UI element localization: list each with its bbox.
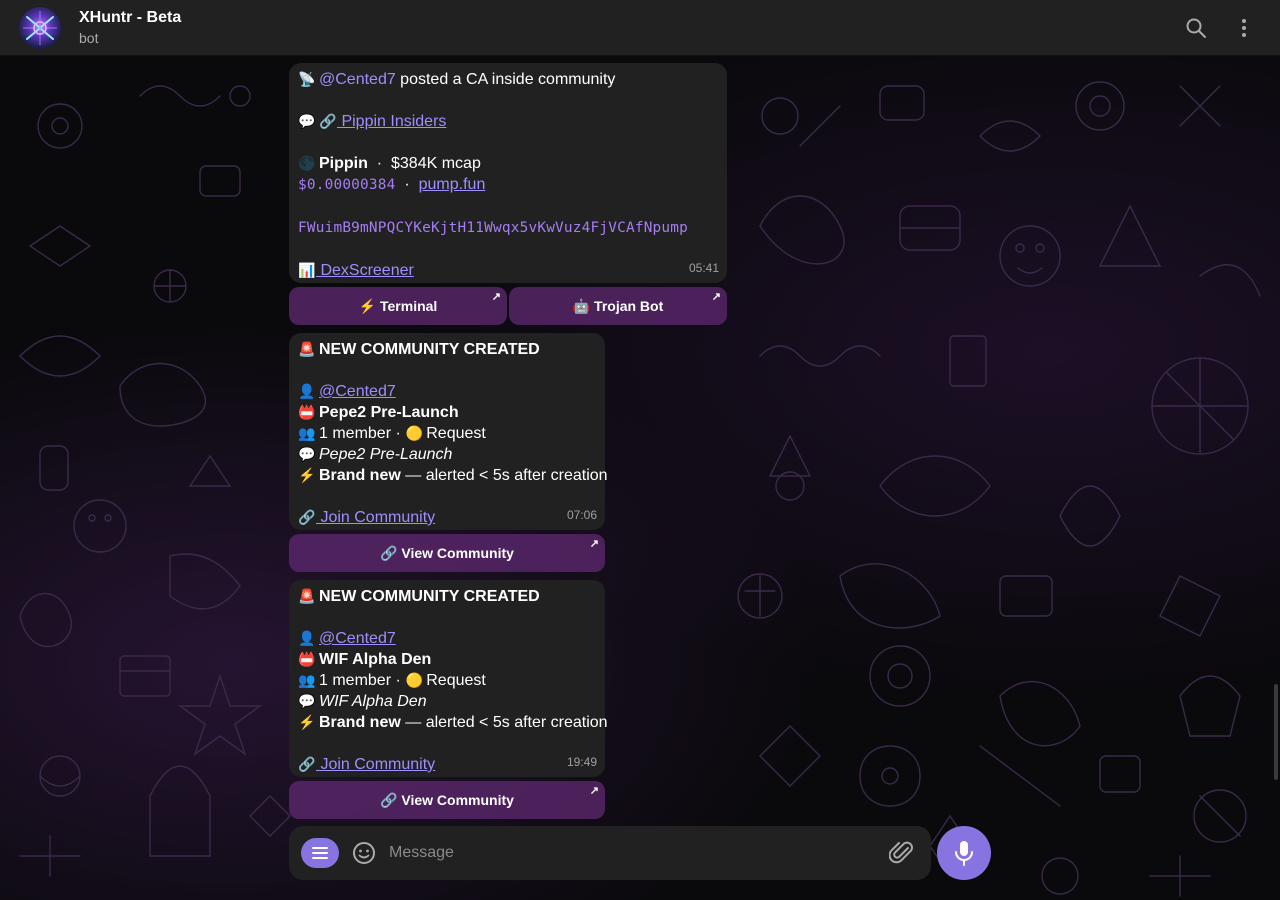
message-input[interactable] <box>389 840 869 866</box>
alert-timing-text: — alerted < 5s after creation <box>400 467 608 484</box>
people-icon: 👥 <box>298 425 316 441</box>
external-link-icon: ↗ <box>491 291 501 303</box>
terminal-button[interactable]: ⚡ Terminal ↗ <box>289 287 507 325</box>
name-badge-icon: 📛 <box>298 404 316 420</box>
person-icon: 👤 <box>298 630 316 646</box>
view-community-button[interactable]: 🔗 View Community ↗ <box>289 781 605 819</box>
community-description: Pepe2 Pre-Launch <box>319 446 453 463</box>
external-link-icon: ↗ <box>589 538 599 550</box>
separator-dot: · <box>367 155 391 172</box>
people-icon: 👥 <box>298 672 316 688</box>
token-icon: 🌑 <box>298 155 316 171</box>
brand-new-label: Brand new <box>319 714 401 731</box>
view-community-button-label: 🔗 View Community <box>380 791 514 808</box>
contract-address[interactable]: FWuimB9mNPQCYKeKjtH11Wwqx5vKwVuz4FjVCAfN… <box>298 220 688 236</box>
user-mention[interactable]: @Cented7 <box>319 71 396 88</box>
chart-icon: 📊 <box>298 262 316 278</box>
trojan-bot-button-label: 🤖 Trojan Bot <box>572 297 664 314</box>
view-community-button-label: 🔗 View Community <box>380 544 514 561</box>
join-type: Request <box>426 672 486 689</box>
lightning-icon: ⚡ <box>298 467 316 483</box>
user-mention[interactable]: @Cented7 <box>319 383 396 400</box>
link-icon: 🔗 <box>319 113 337 129</box>
chat-subtitle: bot <box>79 30 99 46</box>
menu-icon <box>312 847 328 859</box>
join-community-link[interactable]: Join Community <box>316 509 435 526</box>
more-options-button[interactable] <box>1228 12 1260 44</box>
terminal-button-label: ⚡ Terminal <box>358 297 438 314</box>
community-name: WIF Alpha Den <box>319 651 432 668</box>
platform-link[interactable]: pump.fun <box>419 176 486 193</box>
yellow-circle-icon: 🟡 <box>405 425 423 441</box>
message-time: 05:41 <box>688 261 719 275</box>
alert-timing-text: — alerted < 5s after creation <box>400 714 608 731</box>
trojan-bot-button[interactable]: 🤖 Trojan Bot ↗ <box>509 287 727 325</box>
person-icon: 👤 <box>298 383 316 399</box>
brand-new-label: Brand new <box>319 467 401 484</box>
xhuntr-logo-icon <box>23 11 57 45</box>
user-mention[interactable]: @Cented7 <box>319 630 396 647</box>
message-time: 19:49 <box>566 755 597 769</box>
external-link-icon: ↗ <box>711 291 721 303</box>
siren-icon: 🚨 <box>298 341 316 357</box>
siren-icon: 🚨 <box>298 588 316 604</box>
separator-dot: · <box>395 176 419 193</box>
search-button[interactable] <box>1180 12 1212 44</box>
message-composer <box>289 826 931 880</box>
yellow-circle-icon: 🟡 <box>405 672 423 688</box>
search-icon <box>1186 18 1206 38</box>
dexscreener-link[interactable]: DexScreener <box>316 262 413 279</box>
link-icon: 🔗 <box>298 509 316 525</box>
external-link-icon: ↗ <box>589 785 599 797</box>
message-bubble: 🚨 NEW COMMUNITY CREATED 👤 @Cented7 📛 Pepe2 … <box>289 333 608 530</box>
message-action-text: posted a CA inside community <box>395 71 616 88</box>
smiley-icon <box>353 842 375 864</box>
message-bubble: 🚨 NEW COMMUNITY CREATED 👤 @Cented7 📛 WIF Al… <box>289 580 608 777</box>
link-icon: 🔗 <box>298 756 316 772</box>
emoji-button[interactable] <box>351 840 377 866</box>
scrollbar[interactable] <box>1274 684 1278 780</box>
token-name: Pippin <box>319 155 368 172</box>
speech-bubble-icon: 💬 <box>298 446 316 462</box>
voice-message-button[interactable] <box>937 826 991 880</box>
community-description: WIF Alpha Den <box>319 693 427 710</box>
community-link[interactable]: Pippin Insiders <box>337 113 446 130</box>
paperclip-icon <box>888 841 913 864</box>
message-bubble: 📡 @Cented7 posted a CA inside community 💬… <box>289 63 727 283</box>
bot-menu-button[interactable] <box>301 838 339 868</box>
chat-title[interactable]: XHuntr - Beta <box>79 9 181 27</box>
speech-bubble-icon: 💬 <box>298 113 316 129</box>
satellite-icon: 📡 <box>298 71 316 87</box>
community-name: Pepe2 Pre-Launch <box>319 404 459 421</box>
member-count: 1 member · <box>319 425 406 442</box>
lightning-icon: ⚡ <box>298 714 316 730</box>
bot-avatar[interactable] <box>19 7 61 49</box>
speech-bubble-icon: 💬 <box>298 693 316 709</box>
chat-header: XHuntr - Beta bot <box>0 0 1280 56</box>
join-community-link[interactable]: Join Community <box>316 756 435 773</box>
view-community-button[interactable]: 🔗 View Community ↗ <box>289 534 605 572</box>
member-count: 1 member · <box>319 672 406 689</box>
alert-heading: NEW COMMUNITY CREATED <box>319 341 540 358</box>
more-vertical-icon <box>1242 19 1246 37</box>
alert-heading: NEW COMMUNITY CREATED <box>319 588 540 605</box>
attach-button[interactable] <box>888 839 915 867</box>
name-badge-icon: 📛 <box>298 651 316 667</box>
message-time: 07:06 <box>566 508 597 522</box>
join-type: Request <box>426 425 486 442</box>
token-mcap: $384K mcap <box>391 155 481 172</box>
microphone-icon <box>955 841 973 866</box>
token-price: $0.00000384 <box>298 177 396 193</box>
